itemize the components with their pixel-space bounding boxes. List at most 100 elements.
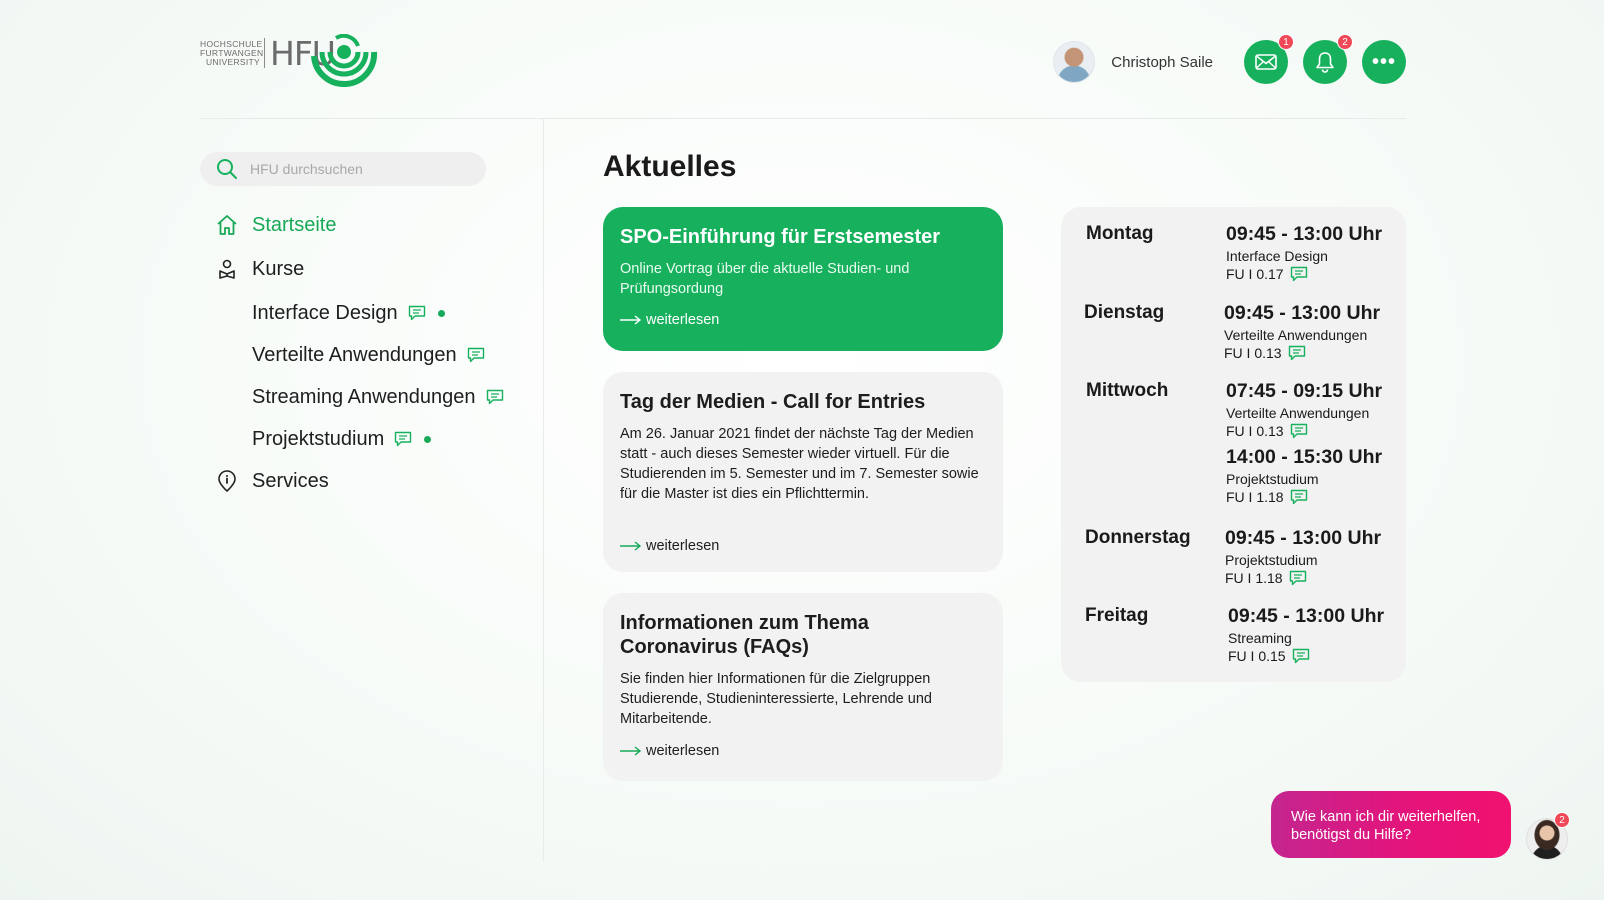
chat-icon[interactable]: [408, 305, 426, 321]
read-more-label: weiterlesen: [646, 743, 720, 759]
schedule-slot[interactable]: 07:45 - 09:15 Uhr Verteilte Anwendungen …: [1226, 380, 1382, 440]
slot-time: 14:00 - 15:30 Uhr: [1226, 446, 1383, 468]
news-text: Online Vortrag über die aktuelle Studien…: [620, 261, 910, 297]
slot-room: FU I 0.13: [1224, 344, 1380, 362]
unread-dot: [437, 309, 445, 317]
arrow-right-icon: [620, 315, 642, 325]
slot-time: 09:45 - 13:00 Uhr: [1225, 527, 1382, 549]
chat-icon[interactable]: [1288, 345, 1306, 361]
schedule-slot[interactable]: 14:00 - 15:30 Uhr Projektstudium FU I 1.…: [1226, 446, 1382, 506]
user-avatar[interactable]: [1053, 41, 1096, 83]
read-more-link[interactable]: weiterlesen: [620, 538, 719, 554]
news-title: SPO-Einführung für Erstsemester: [620, 226, 941, 248]
sidebar-course-verteilte-anwendungen[interactable]: Verteilte Anwendungen: [252, 344, 504, 366]
slot-room-label: FU I 0.13: [1226, 423, 1284, 439]
slot-time: 09:45 - 13:00 Uhr: [1228, 605, 1385, 627]
sidebar-course-streaming-anwendungen[interactable]: Streaming Anwendungen: [252, 386, 504, 408]
chatbot-message[interactable]: Wie kann ich dir weiterhelfen, benötigst…: [1271, 791, 1511, 858]
search-bar[interactable]: [200, 152, 486, 186]
read-more-label: weiterlesen: [646, 312, 720, 328]
sidebar-course-interface-design[interactable]: Interface Design: [252, 302, 504, 324]
mail-icon: [1255, 54, 1277, 70]
news-title: Tag der Medien - Call for Entries: [620, 391, 926, 413]
read-more-link[interactable]: weiterlesen: [620, 312, 719, 328]
read-more-link[interactable]: weiterlesen: [620, 743, 719, 759]
courses-icon: [216, 258, 238, 280]
chat-icon[interactable]: [394, 431, 412, 447]
home-icon: [216, 214, 238, 236]
header: HOCHSCHULE FURTWANGEN UNIVERSITY HFU Chr…: [200, 0, 1406, 119]
logo-mark-icon: [311, 34, 378, 88]
user-name[interactable]: Christoph Saile: [1111, 54, 1213, 71]
mail-badge: 1: [1278, 34, 1294, 50]
notifications-button[interactable]: 2: [1303, 34, 1353, 84]
slot-course: Projektstudium: [1226, 471, 1319, 487]
slot-course: Verteilte Anwendungen: [1224, 327, 1368, 343]
schedule-day-thursday: Donnerstag: [1085, 527, 1191, 548]
schedule-slot[interactable]: 09:45 - 13:00 Uhr Interface Design FU I …: [1226, 223, 1382, 283]
chat-icon[interactable]: [486, 389, 504, 405]
course-label: Interface Design: [252, 301, 398, 324]
sidebar-item-label: Kurse: [252, 257, 305, 280]
news-text: Sie finden hier Informationen für die Zi…: [620, 671, 932, 727]
chat-icon[interactable]: [1289, 570, 1307, 586]
sidebar-item-startseite[interactable]: Startseite: [216, 214, 504, 236]
schedule-day-wednesday: Mittwoch: [1086, 380, 1169, 401]
sidebar-item-kurse[interactable]: Kurse: [216, 258, 504, 280]
chat-icon[interactable]: [1290, 266, 1308, 282]
slot-room: FU I 0.17: [1226, 265, 1382, 283]
news-card-spo[interactable]: SPO-Einführung für Erstsemester Online V…: [603, 207, 1003, 351]
arrow-right-icon: [620, 541, 642, 551]
logo-divider: [264, 38, 265, 68]
news-text: Am 26. Januar 2021 findet der nächste Ta…: [620, 426, 979, 502]
hfu-logo[interactable]: HOCHSCHULE FURTWANGEN UNIVERSITY HFU: [200, 34, 390, 100]
course-label: Projektstudium: [252, 427, 385, 450]
slot-room-label: FU I 1.18: [1225, 570, 1283, 586]
slot-time: 09:45 - 13:00 Uhr: [1226, 223, 1383, 245]
chat-icon[interactable]: [1290, 423, 1308, 439]
slot-room: FU I 1.18: [1226, 488, 1382, 506]
slot-room: FU I 1.18: [1225, 569, 1381, 587]
user-area: Christoph Saile 1 2 •••: [1053, 34, 1406, 84]
sidebar-item-services[interactable]: Services: [216, 470, 504, 492]
schedule-slot[interactable]: 09:45 - 13:00 Uhr Projektstudium FU I 1.…: [1225, 527, 1381, 587]
schedule-slot[interactable]: 09:45 - 13:00 Uhr Streaming FU I 0.15: [1228, 605, 1384, 665]
weekly-schedule: Montag 09:45 - 13:00 Uhr Interface Desig…: [1061, 207, 1406, 682]
slot-room: FU I 0.15: [1228, 647, 1384, 665]
news-card-tag-der-medien[interactable]: Tag der Medien - Call for Entries Am 26.…: [603, 372, 1003, 572]
sidebar-nav: Startseite Kurse Interface Design Vertei…: [216, 214, 504, 514]
slot-time: 09:45 - 13:00 Uhr: [1224, 302, 1381, 324]
search-input[interactable]: [250, 161, 470, 177]
more-icon: •••: [1371, 51, 1396, 73]
chat-icon[interactable]: [1290, 489, 1308, 505]
sidebar-course-projektstudium[interactable]: Projektstudium: [252, 428, 504, 450]
chatbot-badge: 2: [1554, 812, 1570, 828]
info-icon: [216, 470, 238, 492]
slot-room-label: FU I 0.13: [1224, 345, 1282, 361]
slot-course: Verteilte Anwendungen: [1226, 405, 1370, 421]
slot-room: FU I 0.13: [1226, 422, 1382, 440]
logo-university-name: HOCHSCHULE FURTWANGEN UNIVERSITY: [200, 40, 263, 67]
chat-icon[interactable]: [1292, 648, 1310, 664]
chat-icon[interactable]: [467, 347, 485, 363]
news-card-coronavirus[interactable]: Informationen zum Thema Coronavirus (FAQ…: [603, 593, 1003, 781]
arrow-right-icon: [620, 746, 642, 756]
unread-dot: [424, 435, 432, 443]
bell-icon: [1316, 52, 1334, 73]
sidebar: Startseite Kurse Interface Design Vertei…: [200, 119, 544, 862]
course-label: Streaming Anwendungen: [252, 385, 476, 408]
read-more-label: weiterlesen: [646, 538, 720, 554]
search-icon: [217, 159, 237, 179]
slot-room-label: FU I 1.18: [1226, 489, 1284, 505]
sidebar-item-label: Services: [252, 469, 329, 492]
logo-line-3: UNIVERSITY: [205, 57, 260, 67]
slot-room-label: FU I 0.15: [1228, 648, 1286, 664]
slot-course: Streaming: [1228, 630, 1292, 646]
messages-button[interactable]: 1: [1244, 34, 1294, 84]
more-button[interactable]: •••: [1362, 40, 1406, 84]
schedule-day-friday: Freitag: [1085, 605, 1149, 626]
schedule-day-tuesday: Dienstag: [1084, 302, 1165, 323]
schedule-slot[interactable]: 09:45 - 13:00 Uhr Verteilte Anwendungen …: [1224, 302, 1380, 362]
page-title: Aktuelles: [603, 150, 737, 183]
news-title: Informationen zum Thema Coronavirus (FAQ…: [620, 612, 869, 658]
